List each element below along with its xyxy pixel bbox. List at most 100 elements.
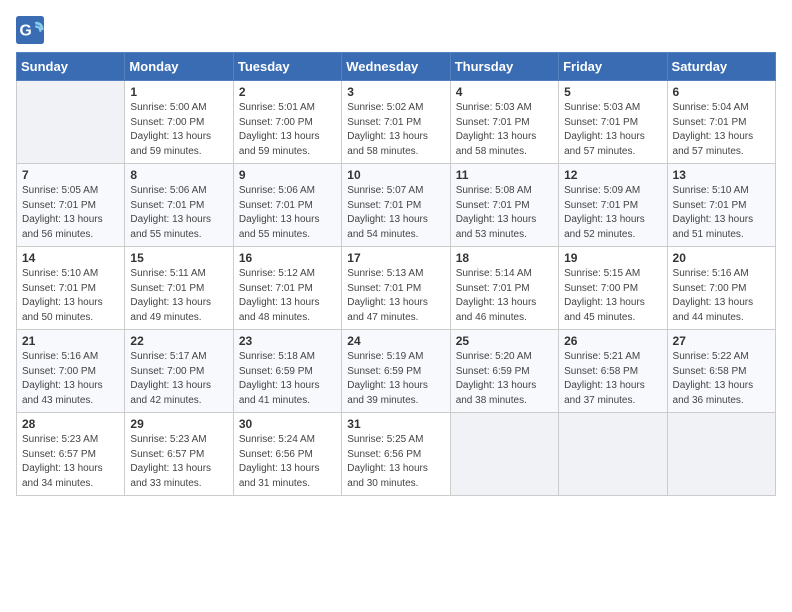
day-info: Sunrise: 5:18 AMSunset: 6:59 PMDaylight:…	[239, 350, 336, 408]
day-number: 19	[564, 251, 661, 265]
calendar-cell: 3 Sunrise: 5:02 AMSunset: 7:01 PMDaylight…	[342, 81, 450, 164]
calendar-week-row: 14 Sunrise: 5:10 AMSunset: 7:01 PMDayligh…	[17, 247, 776, 330]
calendar-cell: 22 Sunrise: 5:17 AMSunset: 7:00 PMDayligh…	[125, 330, 233, 413]
day-info: Sunrise: 5:24 AMSunset: 6:56 PMDaylight:…	[239, 433, 336, 491]
day-info: Sunrise: 5:25 AMSunset: 6:56 PMDaylight:…	[347, 433, 444, 491]
calendar-cell: 25 Sunrise: 5:20 AMSunset: 6:59 PMDayligh…	[450, 330, 558, 413]
day-number: 6	[673, 85, 770, 99]
day-number: 20	[673, 251, 770, 265]
day-info: Sunrise: 5:11 AMSunset: 7:01 PMDaylight:…	[130, 267, 227, 325]
day-info: Sunrise: 5:16 AMSunset: 7:00 PMDaylight:…	[22, 350, 119, 408]
day-info: Sunrise: 5:17 AMSunset: 7:00 PMDaylight:…	[130, 350, 227, 408]
calendar-cell: 27Sunrise: 5:22 AMSunset: 6:58 PMDayligh…	[667, 330, 775, 413]
calendar-cell	[17, 81, 125, 164]
day-info: Sunrise: 5:06 AMSunset: 7:01 PMDaylight:…	[239, 184, 336, 242]
calendar-cell: 8 Sunrise: 5:06 AMSunset: 7:01 PMDaylight…	[125, 164, 233, 247]
day-info: Sunrise: 5:04 AMSunset: 7:01 PMDaylight:…	[673, 101, 770, 159]
day-number: 3	[347, 85, 444, 99]
day-info: Sunrise: 5:19 AMSunset: 6:59 PMDaylight:…	[347, 350, 444, 408]
calendar-cell: 30 Sunrise: 5:24 AMSunset: 6:56 PMDayligh…	[233, 413, 341, 496]
calendar-cell	[450, 413, 558, 496]
calendar-cell: 6 Sunrise: 5:04 AMSunset: 7:01 PMDaylight…	[667, 81, 775, 164]
day-number: 14	[22, 251, 119, 265]
calendar-cell: 5 Sunrise: 5:03 AMSunset: 7:01 PMDaylight…	[559, 81, 667, 164]
day-number: 25	[456, 334, 553, 348]
weekday-header-cell: Saturday	[667, 53, 775, 81]
day-number: 11	[456, 168, 553, 182]
day-info: Sunrise: 5:09 AMSunset: 7:01 PMDaylight:…	[564, 184, 661, 242]
day-number: 27	[673, 334, 770, 348]
day-info: Sunrise: 5:23 AMSunset: 6:57 PMDaylight:…	[130, 433, 227, 491]
day-info: Sunrise: 5:01 AMSunset: 7:00 PMDaylight:…	[239, 101, 336, 159]
day-number: 21	[22, 334, 119, 348]
day-info: Sunrise: 5:20 AMSunset: 6:59 PMDaylight:…	[456, 350, 553, 408]
day-info: Sunrise: 5:08 AMSunset: 7:01 PMDaylight:…	[456, 184, 553, 242]
calendar-cell	[559, 413, 667, 496]
day-info: Sunrise: 5:02 AMSunset: 7:01 PMDaylight:…	[347, 101, 444, 159]
calendar-cell: 29 Sunrise: 5:23 AMSunset: 6:57 PMDayligh…	[125, 413, 233, 496]
weekday-header-cell: Monday	[125, 53, 233, 81]
calendar-cell: 13Sunrise: 5:10 AMSunset: 7:01 PMDayligh…	[667, 164, 775, 247]
calendar-cell: 31Sunrise: 5:25 AMSunset: 6:56 PMDayligh…	[342, 413, 450, 496]
weekday-header-row: SundayMondayTuesdayWednesdayThursdayFrid…	[17, 53, 776, 81]
day-number: 18	[456, 251, 553, 265]
calendar-cell: 19 Sunrise: 5:15 AMSunset: 7:00 PMDayligh…	[559, 247, 667, 330]
day-number: 24	[347, 334, 444, 348]
calendar-cell: 7Sunrise: 5:05 AMSunset: 7:01 PMDaylight…	[17, 164, 125, 247]
day-number: 1	[130, 85, 227, 99]
logo-icon: G	[16, 16, 44, 44]
calendar-cell: 23 Sunrise: 5:18 AMSunset: 6:59 PMDayligh…	[233, 330, 341, 413]
day-info: Sunrise: 5:14 AMSunset: 7:01 PMDaylight:…	[456, 267, 553, 325]
calendar-cell: 26Sunrise: 5:21 AMSunset: 6:58 PMDayligh…	[559, 330, 667, 413]
day-number: 29	[130, 417, 227, 431]
calendar-cell	[667, 413, 775, 496]
day-info: Sunrise: 5:07 AMSunset: 7:01 PMDaylight:…	[347, 184, 444, 242]
calendar-table: SundayMondayTuesdayWednesdayThursdayFrid…	[16, 52, 776, 496]
calendar-cell: 17Sunrise: 5:13 AMSunset: 7:01 PMDayligh…	[342, 247, 450, 330]
day-info: Sunrise: 5:12 AMSunset: 7:01 PMDaylight:…	[239, 267, 336, 325]
day-number: 30	[239, 417, 336, 431]
calendar-cell: 1Sunrise: 5:00 AMSunset: 7:00 PMDaylight…	[125, 81, 233, 164]
calendar-cell: 28Sunrise: 5:23 AMSunset: 6:57 PMDayligh…	[17, 413, 125, 496]
logo: G	[16, 16, 48, 44]
day-info: Sunrise: 5:10 AMSunset: 7:01 PMDaylight:…	[22, 267, 119, 325]
day-number: 5	[564, 85, 661, 99]
calendar-cell: 16Sunrise: 5:12 AMSunset: 7:01 PMDayligh…	[233, 247, 341, 330]
calendar-week-row: 1Sunrise: 5:00 AMSunset: 7:00 PMDaylight…	[17, 81, 776, 164]
header: G	[16, 16, 776, 44]
weekday-header-cell: Sunday	[17, 53, 125, 81]
calendar-week-row: 21 Sunrise: 5:16 AMSunset: 7:00 PMDayligh…	[17, 330, 776, 413]
calendar-cell: 21 Sunrise: 5:16 AMSunset: 7:00 PMDayligh…	[17, 330, 125, 413]
calendar-cell: 4 Sunrise: 5:03 AMSunset: 7:01 PMDaylight…	[450, 81, 558, 164]
day-number: 17	[347, 251, 444, 265]
day-number: 4	[456, 85, 553, 99]
day-number: 13	[673, 168, 770, 182]
day-info: Sunrise: 5:03 AMSunset: 7:01 PMDaylight:…	[564, 101, 661, 159]
calendar-cell: 15 Sunrise: 5:11 AMSunset: 7:01 PMDayligh…	[125, 247, 233, 330]
day-number: 23	[239, 334, 336, 348]
calendar-cell: 24 Sunrise: 5:19 AMSunset: 6:59 PMDayligh…	[342, 330, 450, 413]
calendar-week-row: 7Sunrise: 5:05 AMSunset: 7:01 PMDaylight…	[17, 164, 776, 247]
day-info: Sunrise: 5:21 AMSunset: 6:58 PMDaylight:…	[564, 350, 661, 408]
calendar-cell: 20 Sunrise: 5:16 AMSunset: 7:00 PMDayligh…	[667, 247, 775, 330]
day-info: Sunrise: 5:03 AMSunset: 7:01 PMDaylight:…	[456, 101, 553, 159]
svg-text:G: G	[20, 22, 32, 39]
day-info: Sunrise: 5:15 AMSunset: 7:00 PMDaylight:…	[564, 267, 661, 325]
calendar-cell: 2Sunrise: 5:01 AMSunset: 7:00 PMDaylight…	[233, 81, 341, 164]
calendar-cell: 14 Sunrise: 5:10 AMSunset: 7:01 PMDayligh…	[17, 247, 125, 330]
day-number: 9	[239, 168, 336, 182]
calendar-cell: 18 Sunrise: 5:14 AMSunset: 7:01 PMDayligh…	[450, 247, 558, 330]
day-number: 12	[564, 168, 661, 182]
day-info: Sunrise: 5:06 AMSunset: 7:01 PMDaylight:…	[130, 184, 227, 242]
calendar-cell: 9 Sunrise: 5:06 AMSunset: 7:01 PMDaylight…	[233, 164, 341, 247]
weekday-header-cell: Tuesday	[233, 53, 341, 81]
day-number: 15	[130, 251, 227, 265]
weekday-header-cell: Wednesday	[342, 53, 450, 81]
calendar-cell: 12 Sunrise: 5:09 AMSunset: 7:01 PMDayligh…	[559, 164, 667, 247]
day-number: 8	[130, 168, 227, 182]
day-number: 28	[22, 417, 119, 431]
day-number: 22	[130, 334, 227, 348]
weekday-header-cell: Friday	[559, 53, 667, 81]
calendar-week-row: 28 Sunrise: 5:23 AMSunset: 6:57 PMDayligh…	[17, 413, 776, 496]
day-info: Sunrise: 5:16 AMSunset: 7:00 PMDaylight:…	[673, 267, 770, 325]
